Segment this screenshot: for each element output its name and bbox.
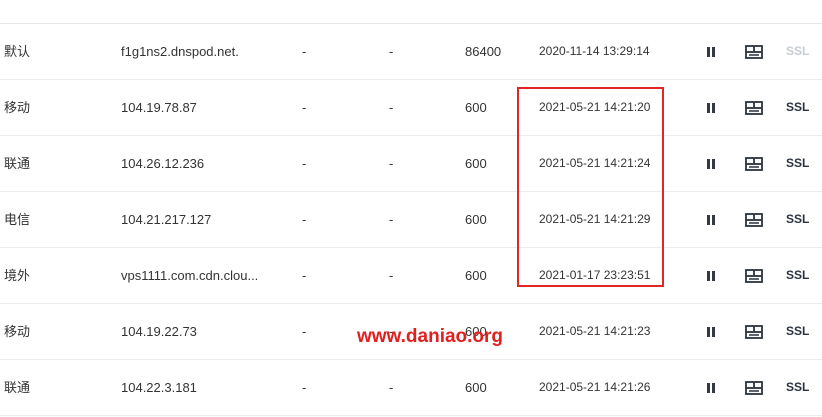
remark-icon — [745, 380, 763, 395]
pause-button[interactable] — [702, 136, 720, 191]
record-mx: - — [302, 100, 307, 115]
pause-button[interactable] — [702, 80, 720, 135]
record-weight: - — [389, 44, 394, 59]
record-line: 联通 — [4, 380, 31, 395]
ssl-button[interactable]: SSL — [786, 304, 818, 359]
remark-icon — [745, 212, 763, 227]
table-row: 默认 f1g1ns2.dnspod.net. - - 86400 2020-11… — [0, 24, 822, 80]
record-mx: - — [302, 212, 307, 227]
record-mx: - — [302, 324, 307, 339]
record-updated-time: 2021-01-17 23:23:51 — [539, 268, 651, 282]
record-line: 电信 — [4, 212, 31, 227]
remark-icon — [745, 156, 763, 171]
record-mx: - — [302, 44, 307, 59]
pause-button[interactable] — [702, 304, 720, 359]
record-value: 104.22.3.181 — [121, 380, 197, 395]
remark-button[interactable] — [744, 192, 764, 247]
record-ttl: 600 — [465, 100, 487, 115]
remark-button[interactable] — [744, 360, 764, 415]
remark-button[interactable] — [744, 248, 764, 303]
record-updated-time: 2021-05-21 14:21:23 — [539, 324, 651, 338]
record-value: 104.21.217.127 — [121, 212, 212, 227]
record-line: 境外 — [4, 268, 31, 283]
record-ttl: 86400 — [465, 44, 502, 59]
pause-icon — [707, 326, 715, 337]
record-ttl: 600 — [465, 380, 487, 395]
ssl-button[interactable]: SSL — [786, 24, 818, 79]
pause-button[interactable] — [702, 248, 720, 303]
table-row: 联通 104.22.3.181 - - 600 2021-05-21 14:21… — [0, 360, 822, 416]
record-value: 104.19.22.73 — [121, 324, 197, 339]
record-updated-time: 2021-05-21 14:21:29 — [539, 212, 651, 226]
remark-button[interactable] — [744, 80, 764, 135]
record-weight: - — [389, 156, 394, 171]
dns-records-table: 默认 f1g1ns2.dnspod.net. - - 86400 2020-11… — [0, 0, 822, 417]
pause-icon — [707, 214, 715, 225]
pause-icon — [707, 158, 715, 169]
record-ttl: 600 — [465, 156, 487, 171]
remark-button[interactable] — [744, 24, 764, 79]
pause-icon — [707, 382, 715, 393]
pause-button[interactable] — [702, 24, 720, 79]
record-value: f1g1ns2.dnspod.net. — [121, 44, 239, 59]
record-line: 移动 — [4, 100, 31, 115]
record-updated-time: 2020-11-14 13:29:14 — [539, 44, 650, 58]
table-row: 联通 104.26.12.236 - - 600 2021-05-21 14:2… — [0, 136, 822, 192]
ssl-button[interactable]: SSL — [786, 248, 818, 303]
table-row: 境外 vps1111.com.cdn.clou... - - 600 2021-… — [0, 248, 822, 304]
record-updated-time: 2021-05-21 14:21:24 — [539, 156, 651, 170]
record-weight: - — [389, 380, 394, 395]
record-line: 联通 — [4, 156, 31, 171]
ssl-button[interactable]: SSL — [786, 136, 818, 191]
pause-button[interactable] — [702, 192, 720, 247]
pause-button[interactable] — [702, 360, 720, 415]
record-updated-time: 2021-05-21 14:21:26 — [539, 380, 651, 394]
pause-icon — [707, 46, 715, 57]
pause-icon — [707, 270, 715, 281]
remark-icon — [745, 100, 763, 115]
remark-icon — [745, 44, 763, 59]
watermark: www.daniao.org — [357, 326, 504, 347]
record-value: 104.26.12.236 — [121, 156, 205, 171]
table-row: 移动 104.19.78.87 - - 600 2021-05-21 14:21… — [0, 80, 822, 136]
ssl-button[interactable]: SSL — [786, 80, 818, 135]
remark-icon — [745, 324, 763, 339]
record-mx: - — [302, 268, 307, 283]
remark-button[interactable] — [744, 304, 764, 359]
ssl-button[interactable]: SSL — [786, 360, 818, 415]
ssl-button[interactable]: SSL — [786, 192, 818, 247]
table-row: 电信 104.21.217.127 - - 600 2021-05-21 14:… — [0, 192, 822, 248]
record-updated-time: 2021-05-21 14:21:20 — [539, 100, 651, 114]
remark-icon — [745, 268, 763, 283]
record-mx: - — [302, 156, 307, 171]
record-weight: - — [389, 100, 394, 115]
record-weight: - — [389, 268, 394, 283]
pause-icon — [707, 102, 715, 113]
record-value: vps1111.com.cdn.clou... — [121, 268, 259, 283]
record-ttl: 600 — [465, 212, 487, 227]
table-header-strip — [0, 0, 822, 24]
record-weight: - — [389, 212, 394, 227]
record-line: 默认 — [4, 44, 31, 59]
record-value: 104.19.78.87 — [121, 100, 197, 115]
record-line: 移动 — [4, 324, 31, 339]
remark-button[interactable] — [744, 136, 764, 191]
record-ttl: 600 — [465, 268, 487, 283]
record-mx: - — [302, 380, 307, 395]
